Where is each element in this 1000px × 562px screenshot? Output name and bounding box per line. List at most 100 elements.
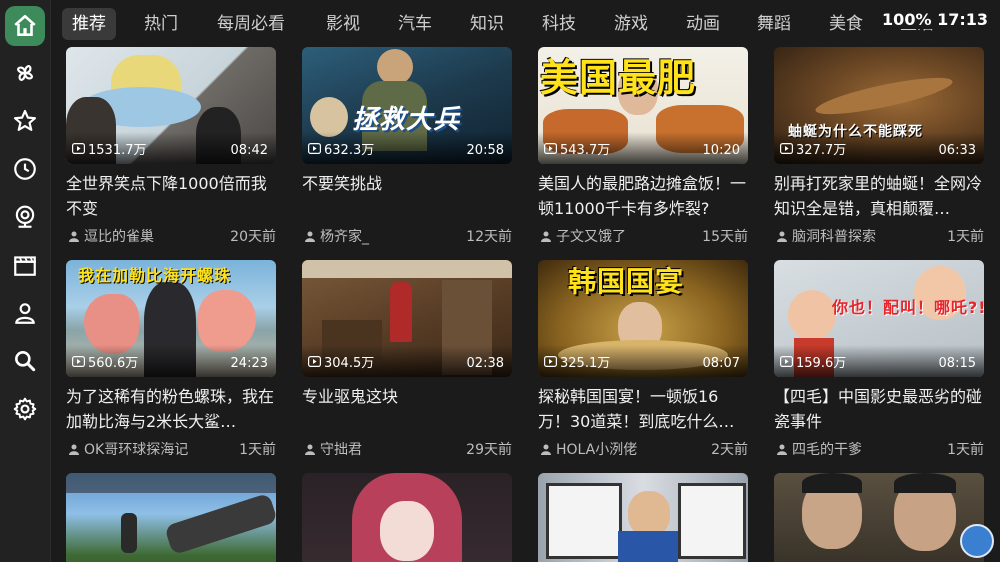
upload-age: 1天前: [239, 442, 276, 458]
play-count-icon: [780, 143, 793, 154]
video-duration: 24:23: [230, 356, 268, 371]
video-thumbnail[interactable]: 304.5万 02:38: [302, 260, 512, 377]
video-title[interactable]: 专业驱鬼这块: [302, 384, 512, 434]
video-title[interactable]: 探秘韩国国宴！一顿饭16万！30道菜！到底吃什么…: [538, 384, 748, 434]
sidebar-item-videos[interactable]: [5, 245, 45, 285]
video-thumbnail[interactable]: [302, 473, 512, 562]
video-duration: 08:07: [702, 356, 740, 371]
play-count-icon: [544, 356, 557, 367]
video-thumbnail[interactable]: [538, 473, 748, 562]
video-thumbnail[interactable]: 韩国国宴 325.1万 08:07: [538, 260, 748, 377]
uploader-icon: [305, 444, 315, 455]
sidebar-item-discover[interactable]: [5, 53, 45, 93]
video-card[interactable]: 你也！配叫！哪吒?! 159.6万 08:15 【四毛】中国影史最恶劣的碰瓷事件…: [774, 260, 984, 459]
video-thumbnail[interactable]: 蚰蜒为什么不能踩死 327.7万 06:33: [774, 47, 984, 164]
video-title[interactable]: 为了这稀有的粉色螺珠，我在加勒比海与2米长大鲨…: [66, 384, 276, 434]
video-thumbnail[interactable]: 我在加勒比海开螺珠 560.6万 24:23: [66, 260, 276, 377]
sidebar-item-live[interactable]: [5, 197, 45, 237]
clock-icon: [14, 158, 36, 180]
video-title[interactable]: 全世界笑点下降1000倍而我不变: [66, 171, 276, 221]
upload-age: 2天前: [711, 442, 748, 458]
video-duration: 08:42: [230, 143, 268, 158]
thumbnail-caption: 我在加勒比海开螺珠: [78, 266, 232, 285]
uploader-name[interactable]: 杨齐家_: [320, 226, 369, 246]
tab-food[interactable]: 美食: [829, 8, 863, 40]
view-count: 560.6万: [72, 352, 138, 371]
sidebar-item-home[interactable]: [5, 6, 45, 46]
video-card[interactable]: 1531.7万 08:42 全世界笑点下降1000倍而我不变 逗比的雀巢 20天前: [66, 47, 276, 246]
sidebar-item-profile[interactable]: [5, 293, 45, 333]
tab-film[interactable]: 影视: [326, 8, 360, 40]
person-icon: [15, 303, 35, 324]
video-title[interactable]: 不要笑挑战: [302, 171, 512, 221]
sidebar-item-settings[interactable]: [5, 389, 45, 429]
video-duration: 20:58: [466, 143, 504, 158]
thumbnail-caption: 韩国国宴: [568, 265, 685, 298]
tab-recommend[interactable]: 推荐: [62, 8, 116, 40]
uploader-icon: [777, 444, 787, 455]
video-card[interactable]: [538, 473, 748, 562]
video-title[interactable]: 别再打死家里的蚰蜒！全网冷知识全是错，真相颠覆…: [774, 171, 984, 221]
upload-age: 15天前: [702, 229, 748, 245]
tab-hot[interactable]: 热门: [144, 8, 178, 40]
uploader-name[interactable]: 守拙君: [320, 439, 362, 459]
uploader-icon: [777, 231, 787, 242]
webcam-icon: [15, 205, 35, 228]
video-thumbnail[interactable]: 1531.7万 08:42: [66, 47, 276, 164]
upload-age: 1天前: [947, 442, 984, 458]
play-count-icon: [72, 143, 85, 154]
thumbnail-caption: 美国最肥: [540, 56, 697, 100]
sidebar-item-history[interactable]: [5, 149, 45, 189]
view-count: 159.6万: [780, 352, 846, 371]
video-thumbnail[interactable]: 美国最肥 543.7万 10:20: [538, 47, 748, 164]
status-bar: 100% 17:13: [878, 10, 988, 29]
uploader-name[interactable]: 子文又饿了: [556, 226, 626, 246]
tab-tech[interactable]: 科技: [542, 8, 576, 40]
video-duration: 08:15: [938, 356, 976, 371]
video-thumbnail[interactable]: 你也！配叫！哪吒?! 159.6万 08:15: [774, 260, 984, 377]
sidebar-item-favorites[interactable]: [5, 101, 45, 141]
video-thumbnail[interactable]: 拯救大兵 632.3万 20:58: [302, 47, 512, 164]
video-card[interactable]: 304.5万 02:38 专业驱鬼这块 守拙君 29天前: [302, 260, 512, 459]
play-count-icon: [544, 143, 557, 154]
uploader-name[interactable]: 脑洞科普探索: [792, 226, 876, 246]
tab-cars[interactable]: 汽车: [398, 8, 432, 40]
video-title[interactable]: 美国人的最肥路边摊盒饭！一顿11000千卡有多炸裂?: [538, 171, 748, 221]
video-thumbnail[interactable]: [774, 473, 984, 562]
tab-weekly[interactable]: 每周必看: [217, 8, 285, 40]
battery-level: 100%: [882, 10, 932, 29]
video-card[interactable]: 蚰蜒为什么不能踩死 327.7万 06:33 别再打死家里的蚰蜒！全网冷知识全是…: [774, 47, 984, 246]
play-count-icon: [780, 356, 793, 367]
floating-assistant-icon[interactable]: [960, 524, 994, 558]
video-card[interactable]: [66, 473, 276, 562]
video-card[interactable]: 韩国国宴 325.1万 08:07 探秘韩国国宴！一顿饭16万！30道菜！到底吃…: [538, 260, 748, 459]
uploader-name[interactable]: OK哥环球探海记: [84, 439, 188, 459]
video-thumbnail[interactable]: [66, 473, 276, 562]
clock-time: 17:13: [937, 10, 988, 29]
video-card[interactable]: 美国最肥 543.7万 10:20 美国人的最肥路边摊盒饭！一顿11000千卡有…: [538, 47, 748, 246]
video-card[interactable]: [302, 473, 512, 562]
view-count: 543.7万: [544, 139, 610, 158]
tab-dance[interactable]: 舞蹈: [757, 8, 791, 40]
tab-games[interactable]: 游戏: [614, 8, 648, 40]
thumbnail-caption: 你也！配叫！哪吒?!: [832, 298, 984, 317]
video-duration: 06:33: [938, 143, 976, 158]
home-icon: [14, 14, 36, 36]
uploader-name[interactable]: HOLA小洌佬: [556, 439, 637, 459]
uploader-name[interactable]: 四毛的干爹: [792, 439, 862, 459]
gear-icon: [13, 397, 37, 421]
upload-age: 29天前: [466, 442, 512, 458]
upload-age: 1天前: [947, 229, 984, 245]
tab-knowledge[interactable]: 知识: [470, 8, 504, 40]
view-count: 325.1万: [544, 352, 610, 371]
video-title[interactable]: 【四毛】中国影史最恶劣的碰瓷事件: [774, 384, 984, 434]
sidebar-item-search[interactable]: [5, 341, 45, 381]
video-card[interactable]: 拯救大兵 632.3万 20:58 不要笑挑战 杨齐家_ 12天前: [302, 47, 512, 246]
video-card[interactable]: 我在加勒比海开螺珠 560.6万 24:23 为了这稀有的粉色螺珠，我在加勒比海…: [66, 260, 276, 459]
video-card[interactable]: [774, 473, 984, 562]
uploader-icon: [541, 444, 551, 455]
play-count-icon: [308, 143, 321, 154]
uploader-name[interactable]: 逗比的雀巢: [84, 226, 154, 246]
tab-animation[interactable]: 动画: [686, 8, 720, 40]
upload-age: 12天前: [466, 229, 512, 245]
